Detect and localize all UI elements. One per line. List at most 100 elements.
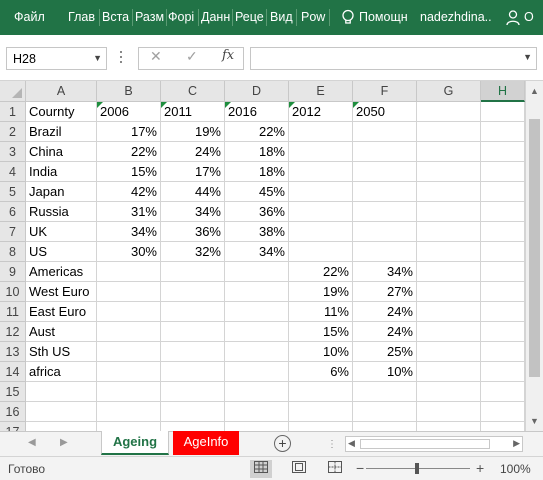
cell-d2[interactable]: 22% [225, 122, 289, 142]
cell-f15[interactable] [353, 382, 417, 402]
formula-input[interactable] [250, 47, 537, 70]
cell-f11[interactable]: 24% [353, 302, 417, 322]
cell-d4[interactable]: 18% [225, 162, 289, 182]
cell-g14[interactable] [417, 362, 481, 382]
cell-g11[interactable] [417, 302, 481, 322]
cell-h10[interactable] [481, 282, 525, 302]
cell-e15[interactable] [289, 382, 353, 402]
cell-h15[interactable] [481, 382, 525, 402]
row-header[interactable]: 13 [0, 342, 26, 362]
select-all-button[interactable] [0, 81, 26, 102]
horizontal-scrollbar[interactable]: ◀ ▶ [345, 436, 523, 452]
expand-formula-bar-icon[interactable]: ▼ [523, 52, 532, 62]
zoom-in-button[interactable]: + [476, 460, 484, 476]
column-header-f[interactable]: F [353, 81, 417, 102]
cell-c8[interactable]: 32% [161, 242, 225, 262]
share-user-icon[interactable] [505, 9, 521, 26]
tab-file[interactable]: Файл [14, 0, 46, 35]
cell-g3[interactable] [417, 142, 481, 162]
cell-b6[interactable]: 31% [97, 202, 161, 222]
cell-g15[interactable] [417, 382, 481, 402]
cell-a8[interactable]: US [26, 242, 97, 262]
cell-f4[interactable] [353, 162, 417, 182]
cell-h6[interactable] [481, 202, 525, 222]
cell-g4[interactable] [417, 162, 481, 182]
cell-g1[interactable] [417, 102, 481, 122]
insert-function-icon[interactable]: fx [222, 48, 234, 63]
cell-b12[interactable] [97, 322, 161, 342]
cell-h1[interactable] [481, 102, 525, 122]
scroll-up-icon[interactable]: ▲ [530, 86, 539, 96]
cell-a9[interactable]: Americas [26, 262, 97, 282]
cell-d14[interactable] [225, 362, 289, 382]
cell-c6[interactable]: 34% [161, 202, 225, 222]
row-header[interactable]: 1 [0, 102, 26, 122]
cell-g2[interactable] [417, 122, 481, 142]
cell-e1[interactable]: 2012 [289, 102, 353, 122]
cell-c13[interactable] [161, 342, 225, 362]
h-scroll-thumb[interactable] [360, 439, 490, 449]
cell-c7[interactable]: 36% [161, 222, 225, 242]
column-header-b[interactable]: B [97, 81, 161, 102]
scroll-left-icon[interactable]: ◀ [348, 438, 355, 449]
cell-h16[interactable] [481, 402, 525, 422]
cell-g16[interactable] [417, 402, 481, 422]
cell-c15[interactable] [161, 382, 225, 402]
cell-a5[interactable]: Japan [26, 182, 97, 202]
cell-d13[interactable] [225, 342, 289, 362]
share-button[interactable]: О [524, 0, 543, 35]
cell-a17[interactable] [26, 422, 97, 431]
cell-e16[interactable] [289, 402, 353, 422]
scroll-right-icon[interactable]: ▶ [513, 438, 520, 449]
cell-d10[interactable] [225, 282, 289, 302]
cancel-icon[interactable]: ✕ [150, 48, 162, 65]
cell-b4[interactable]: 15% [97, 162, 161, 182]
drag-handle-icon[interactable] [120, 51, 124, 65]
cell-h4[interactable] [481, 162, 525, 182]
cell-e3[interactable] [289, 142, 353, 162]
cell-h7[interactable] [481, 222, 525, 242]
cell-e10[interactable]: 19% [289, 282, 353, 302]
cell-a6[interactable]: Russia [26, 202, 97, 222]
cell-d16[interactable] [225, 402, 289, 422]
cell-h9[interactable] [481, 262, 525, 282]
cell-e14[interactable]: 6% [289, 362, 353, 382]
cell-c4[interactable]: 17% [161, 162, 225, 182]
cell-b17[interactable] [97, 422, 161, 431]
row-header[interactable]: 2 [0, 122, 26, 142]
tab-home[interactable]: Глав [68, 0, 98, 35]
cell-h11[interactable] [481, 302, 525, 322]
cell-a12[interactable]: Aust [26, 322, 97, 342]
cell-e13[interactable]: 10% [289, 342, 353, 362]
cell-b10[interactable] [97, 282, 161, 302]
cell-b16[interactable] [97, 402, 161, 422]
cell-d6[interactable]: 36% [225, 202, 289, 222]
cell-h12[interactable] [481, 322, 525, 342]
tab-insert[interactable]: Вста [102, 0, 131, 35]
cell-c1[interactable]: 2011 [161, 102, 225, 122]
cell-d3[interactable]: 18% [225, 142, 289, 162]
cell-e12[interactable]: 15% [289, 322, 353, 342]
cell-c9[interactable] [161, 262, 225, 282]
cell-a14[interactable]: africa [26, 362, 97, 382]
splitter-icon[interactable]: ⋮ [327, 439, 337, 450]
cell-b8[interactable]: 30% [97, 242, 161, 262]
zoom-out-button[interactable]: − [356, 460, 364, 476]
column-header-g[interactable]: G [417, 81, 481, 102]
row-header[interactable]: 5 [0, 182, 26, 202]
scroll-thumb[interactable] [529, 119, 540, 377]
row-header[interactable]: 14 [0, 362, 26, 382]
row-header[interactable]: 6 [0, 202, 26, 222]
cell-c2[interactable]: 19% [161, 122, 225, 142]
column-header-a[interactable]: A [26, 81, 97, 102]
cell-h13[interactable] [481, 342, 525, 362]
cell-g13[interactable] [417, 342, 481, 362]
row-header[interactable]: 11 [0, 302, 26, 322]
page-layout-view-icon[interactable] [288, 460, 310, 478]
normal-view-icon[interactable] [250, 460, 272, 478]
cell-g8[interactable] [417, 242, 481, 262]
cell-f1[interactable]: 2050 [353, 102, 417, 122]
zoom-level[interactable]: 100% [500, 462, 531, 476]
name-box[interactable]: H28 ▼ [6, 47, 107, 70]
cell-e8[interactable] [289, 242, 353, 262]
